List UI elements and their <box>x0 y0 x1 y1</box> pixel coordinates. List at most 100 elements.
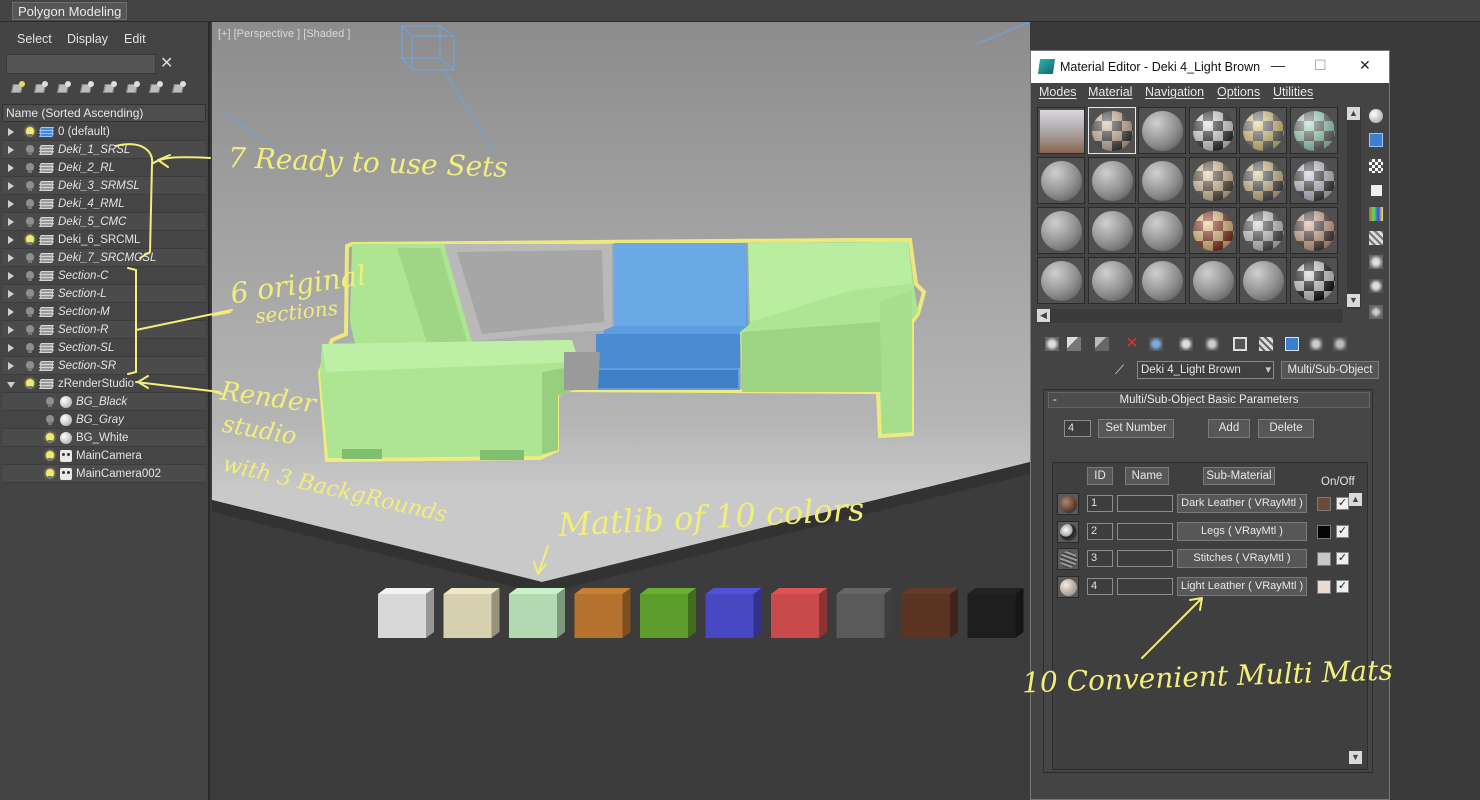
display-geometry-icon[interactable] <box>33 80 49 96</box>
material-sample-slot[interactable] <box>1188 157 1237 204</box>
collapsed-arrow-icon[interactable] <box>8 146 14 154</box>
backlight-icon[interactable] <box>1369 133 1383 147</box>
list-scroll-up-button[interactable]: ▲ <box>1349 493 1362 506</box>
color-swatch-cube[interactable] <box>902 588 958 638</box>
sub-material-enabled-checkbox[interactable]: ✓ <box>1336 524 1349 538</box>
collapsed-arrow-icon[interactable] <box>8 344 14 352</box>
video-color-check-icon[interactable] <box>1369 207 1383 221</box>
put-to-library-icon[interactable] <box>1179 337 1193 351</box>
visibility-bulb-icon[interactable] <box>26 343 34 353</box>
show-shaded-map-icon[interactable] <box>1233 337 1247 351</box>
visibility-bulb-icon[interactable] <box>26 289 34 299</box>
layer-row[interactable]: MainCamera002 <box>2 465 206 483</box>
expanded-arrow-icon[interactable] <box>7 382 15 388</box>
visibility-bulb-icon[interactable] <box>26 253 34 263</box>
material-type-button[interactable]: Multi/Sub-Object <box>1281 361 1379 379</box>
material-sample-slot[interactable] <box>1289 157 1338 204</box>
sub-material-name-field[interactable] <box>1117 495 1173 512</box>
display-spacewarps-icon[interactable] <box>148 80 164 96</box>
material-sample-slot[interactable] <box>1087 257 1136 304</box>
visibility-bulb-icon[interactable] <box>46 451 54 461</box>
pick-material-from-object-icon[interactable] <box>1333 337 1347 351</box>
visibility-bulb-icon[interactable] <box>26 325 34 335</box>
material-sample-slot[interactable] <box>1087 157 1136 204</box>
visibility-bulb-icon[interactable] <box>26 163 34 173</box>
scroll-left-button[interactable]: ◀ <box>1037 309 1050 322</box>
list-scroll-down-button[interactable]: ▼ <box>1349 751 1362 764</box>
material-sample-slot[interactable] <box>1138 157 1186 204</box>
material-sample-slot[interactable] <box>1289 257 1338 304</box>
sub-material-color-swatch[interactable] <box>1317 579 1331 594</box>
material-name-dropdown[interactable]: Deki 4_Light Brown <box>1137 361 1274 379</box>
collapsed-arrow-icon[interactable] <box>8 218 14 226</box>
visibility-bulb-icon[interactable] <box>26 235 34 245</box>
color-swatch-cube[interactable] <box>705 588 762 638</box>
collapsed-arrow-icon[interactable] <box>8 362 14 370</box>
rollout-collapse-toggle[interactable]: - <box>1053 393 1057 407</box>
material-sample-slot[interactable] <box>1289 207 1338 254</box>
delete-button[interactable]: Delete <box>1258 419 1314 438</box>
make-unique-icon[interactable] <box>1149 337 1163 351</box>
visibility-bulb-icon[interactable] <box>46 469 54 479</box>
sub-material-button[interactable]: Stitches ( VRayMtl ) <box>1177 549 1307 568</box>
background-icon[interactable] <box>1369 159 1383 173</box>
sub-material-color-swatch[interactable] <box>1317 552 1331 566</box>
scroll-up-button[interactable]: ▲ <box>1347 107 1360 120</box>
collapsed-arrow-icon[interactable] <box>8 272 14 280</box>
sub-material-name-field[interactable] <box>1117 522 1173 540</box>
sub-material-preview[interactable] <box>1057 575 1079 598</box>
sub-material-enabled-checkbox[interactable]: ✓ <box>1336 552 1349 565</box>
visibility-bulb-icon[interactable] <box>26 307 34 317</box>
display-all-icon[interactable] <box>10 80 26 96</box>
assign-to-selection-icon[interactable] <box>1095 337 1109 351</box>
minimize-button[interactable]: — <box>1271 57 1285 73</box>
scroll-down-button[interactable]: ▼ <box>1347 294 1360 307</box>
color-swatch-cube[interactable] <box>771 588 827 638</box>
display-helpers-icon[interactable] <box>102 80 118 96</box>
sub-material-preview[interactable] <box>1057 493 1079 515</box>
sub-material-id-field[interactable]: 1 <box>1087 495 1113 512</box>
rollout-header[interactable]: - Multi/Sub-Object Basic Parameters <box>1048 392 1370 408</box>
material-sample-slot[interactable] <box>1188 107 1237 154</box>
material-sample-slot[interactable] <box>1188 207 1237 254</box>
clear-search-icon[interactable]: ✕ <box>160 53 173 73</box>
layer-row[interactable]: BG_White <box>2 429 206 447</box>
collapsed-arrow-icon[interactable] <box>8 236 14 244</box>
sub-material-enabled-checkbox[interactable]: ✓ <box>1336 579 1349 593</box>
color-swatch-cube[interactable] <box>640 588 696 638</box>
display-lights-icon[interactable] <box>56 80 72 96</box>
collapsed-arrow-icon[interactable] <box>8 164 14 172</box>
sub-material-id-field[interactable]: 3 <box>1087 550 1113 567</box>
material-sample-slot[interactable] <box>1037 257 1085 304</box>
display-cameras-icon[interactable] <box>79 80 95 96</box>
collapsed-arrow-icon[interactable] <box>8 308 14 316</box>
color-swatch-cube[interactable] <box>509 588 565 638</box>
collapsed-arrow-icon[interactable] <box>8 128 14 136</box>
collapsed-arrow-icon[interactable] <box>8 182 14 190</box>
collapsed-arrow-icon[interactable] <box>8 290 14 298</box>
display-shapes-icon[interactable] <box>125 80 141 96</box>
visibility-bulb-icon[interactable] <box>46 433 54 443</box>
material-sample-slot[interactable] <box>1239 157 1287 204</box>
material-sample-slot[interactable] <box>1037 157 1085 204</box>
sub-material-color-swatch[interactable] <box>1317 497 1331 511</box>
reset-map-icon[interactable]: ✕ <box>1125 336 1139 352</box>
material-id-channel-icon[interactable] <box>1205 337 1219 351</box>
close-button[interactable]: ✕ <box>1359 57 1371 74</box>
options-icon[interactable] <box>1369 255 1383 269</box>
color-swatch-cube[interactable] <box>378 588 434 638</box>
visibility-bulb-icon[interactable] <box>46 397 54 407</box>
menu-display[interactable]: Display <box>67 32 108 46</box>
visibility-bulb-icon[interactable] <box>26 145 34 155</box>
color-swatch-cube[interactable] <box>836 588 893 638</box>
slots-horizontal-scrollbar[interactable]: ◀ <box>1037 309 1343 323</box>
set-number-button[interactable]: Set Number <box>1098 419 1174 438</box>
display-containers-icon[interactable] <box>171 80 187 96</box>
explorer-search-input[interactable] <box>6 54 156 74</box>
visibility-bulb-icon[interactable] <box>26 127 34 137</box>
color-swatch-cube[interactable] <box>967 588 1024 638</box>
visibility-bulb-icon[interactable] <box>26 181 34 191</box>
sub-material-enabled-checkbox[interactable]: ✓ <box>1336 497 1349 510</box>
material-sample-slot[interactable] <box>1037 207 1085 254</box>
material-sample-slot[interactable] <box>1239 107 1287 154</box>
